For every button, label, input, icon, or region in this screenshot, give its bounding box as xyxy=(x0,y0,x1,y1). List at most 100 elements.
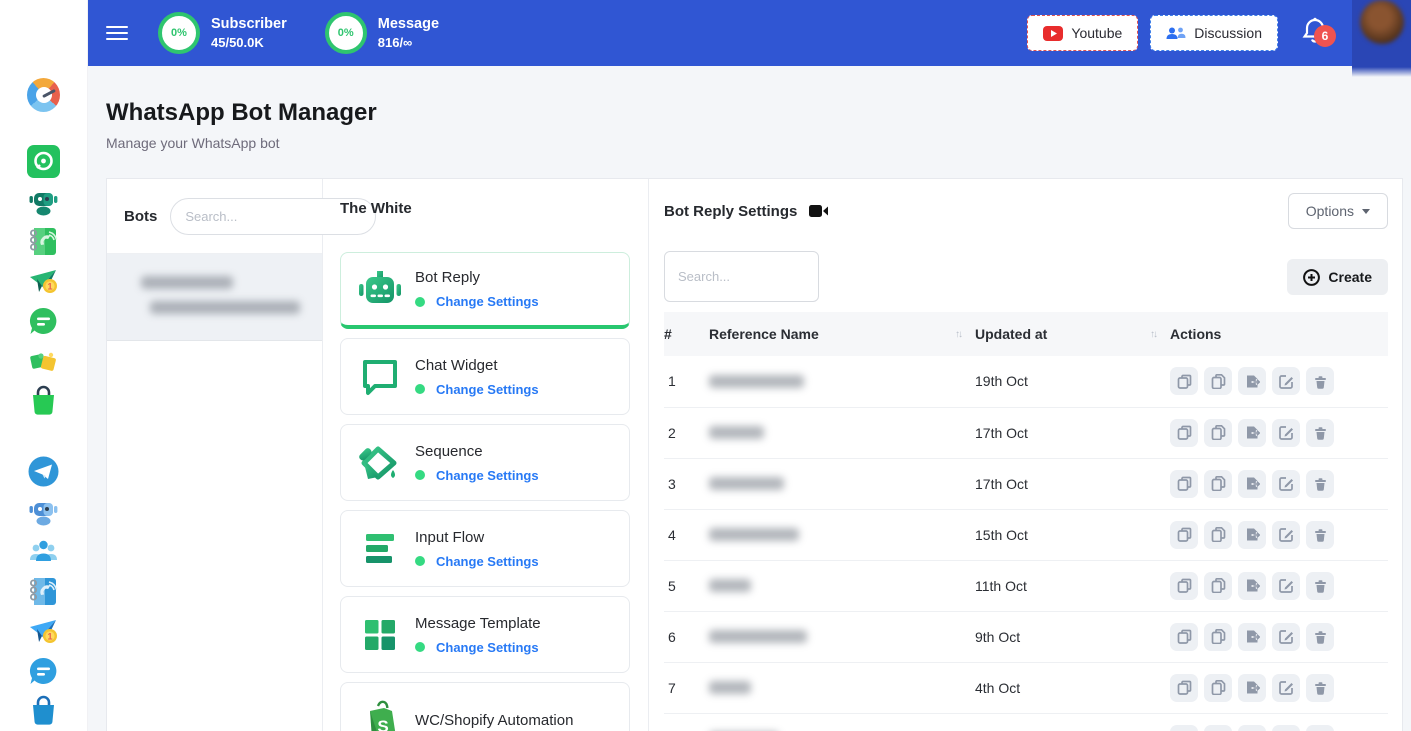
copy-button[interactable] xyxy=(1204,674,1232,702)
table-row: 7 4th Oct xyxy=(664,662,1388,713)
clone-button[interactable] xyxy=(1170,725,1198,731)
edit-button[interactable] xyxy=(1272,725,1300,731)
bot-list-item-selected[interactable] xyxy=(107,254,322,341)
whatsapp-bot-manager-app: 1 1 xyxy=(0,0,1411,731)
notifications-bell-icon[interactable]: 6 xyxy=(1302,17,1328,50)
table-row xyxy=(664,713,1388,731)
setting-card-sequence[interactable]: Sequence Change Settings xyxy=(340,424,630,501)
setting-label: Chat Widget xyxy=(415,357,539,374)
shop-green-icon[interactable] xyxy=(27,385,60,418)
delete-button[interactable] xyxy=(1306,725,1334,731)
clone-button[interactable] xyxy=(1170,419,1198,447)
bot-green-icon[interactable] xyxy=(27,185,60,218)
broadcast-green-icon[interactable]: 1 xyxy=(27,265,60,298)
table-search-input[interactable] xyxy=(664,251,819,302)
copy-button[interactable] xyxy=(1204,470,1232,498)
delete-button[interactable] xyxy=(1306,623,1334,651)
column-header-updated-at[interactable]: Updated at↑↓ xyxy=(975,312,1170,356)
youtube-button[interactable]: Youtube xyxy=(1027,15,1138,51)
whatsapp-icon[interactable] xyxy=(27,145,60,178)
contacts-blue-icon[interactable] xyxy=(27,575,60,608)
clone-button[interactable] xyxy=(1170,521,1198,549)
export-button[interactable] xyxy=(1238,623,1266,651)
setting-card-wc-shopify[interactable]: S WC/Shopify Automation xyxy=(340,682,630,731)
video-tutorial-icon[interactable] xyxy=(809,204,828,218)
setting-label: Input Flow xyxy=(415,529,539,546)
chat-green-icon[interactable] xyxy=(27,305,60,338)
setting-card-bot-reply[interactable]: Bot Reply Change Settings xyxy=(340,252,630,329)
reference-name-redacted xyxy=(709,426,764,439)
clone-button[interactable] xyxy=(1170,367,1198,395)
chat-blue-icon[interactable] xyxy=(27,655,60,688)
export-button[interactable] xyxy=(1238,572,1266,600)
row-number: 6 xyxy=(664,611,709,662)
setting-card-chat-widget[interactable]: Chat Widget Change Settings xyxy=(340,338,630,415)
change-settings-link[interactable]: Change Settings xyxy=(436,382,539,397)
group-blue-icon[interactable] xyxy=(27,535,60,568)
updated-at: 17th Oct xyxy=(975,458,1170,509)
subscriber-label: Subscriber xyxy=(211,16,287,32)
change-settings-link[interactable]: Change Settings xyxy=(436,468,539,483)
delete-button[interactable] xyxy=(1306,674,1334,702)
user-menu[interactable] xyxy=(1352,0,1411,77)
column-header-reference-name[interactable]: Reference Name↑↓ xyxy=(709,312,975,356)
setting-card-input-flow[interactable]: Input Flow Change Settings xyxy=(340,510,630,587)
discussion-button[interactable]: Discussion xyxy=(1150,15,1278,51)
telegram-icon[interactable] xyxy=(27,455,60,488)
setting-card-message-template[interactable]: Message Template Change Settings xyxy=(340,596,630,673)
delete-button[interactable] xyxy=(1306,572,1334,600)
broadcast-blue-icon[interactable]: 1 xyxy=(27,615,60,648)
clone-button[interactable] xyxy=(1170,674,1198,702)
export-button[interactable] xyxy=(1238,470,1266,498)
copy-button[interactable] xyxy=(1204,521,1232,549)
edit-button[interactable] xyxy=(1272,470,1300,498)
input-flow-icon xyxy=(356,525,404,573)
edit-button[interactable] xyxy=(1272,674,1300,702)
dashboard-gauge-icon[interactable] xyxy=(27,78,60,111)
bot-blue-icon[interactable] xyxy=(27,495,60,528)
copy-button[interactable] xyxy=(1204,725,1232,731)
edit-button[interactable] xyxy=(1272,419,1300,447)
message-progress-ring: 0% xyxy=(325,12,367,54)
change-settings-link[interactable]: Change Settings xyxy=(436,640,539,655)
row-number: 3 xyxy=(664,458,709,509)
options-button[interactable]: Options xyxy=(1288,193,1388,229)
change-settings-link[interactable]: Change Settings xyxy=(436,554,539,569)
change-settings-link[interactable]: Change Settings xyxy=(436,294,539,309)
reference-name-redacted xyxy=(709,630,807,643)
export-button[interactable] xyxy=(1238,419,1266,447)
shop-blue-icon[interactable] xyxy=(27,695,60,728)
copy-button[interactable] xyxy=(1204,367,1232,395)
edit-button[interactable] xyxy=(1272,367,1300,395)
sort-icon[interactable]: ↑↓ xyxy=(955,329,961,340)
delete-button[interactable] xyxy=(1306,419,1334,447)
sort-icon[interactable]: ↑↓ xyxy=(1150,329,1156,340)
clone-button[interactable] xyxy=(1170,572,1198,600)
svg-text:1: 1 xyxy=(47,631,52,641)
menu-toggle-icon[interactable] xyxy=(106,26,128,41)
setting-label: Sequence xyxy=(415,443,539,460)
message-stat: 0% Message 816/∞ xyxy=(325,12,439,54)
svg-text:1: 1 xyxy=(47,281,52,291)
contacts-green-icon[interactable] xyxy=(27,225,60,258)
create-button[interactable]: Create xyxy=(1287,259,1388,295)
export-button[interactable] xyxy=(1238,674,1266,702)
edit-button[interactable] xyxy=(1272,521,1300,549)
export-button[interactable] xyxy=(1238,367,1266,395)
row-number: 1 xyxy=(664,356,709,407)
delete-button[interactable] xyxy=(1306,521,1334,549)
edit-button[interactable] xyxy=(1272,623,1300,651)
export-button[interactable] xyxy=(1238,521,1266,549)
copy-button[interactable] xyxy=(1204,419,1232,447)
export-button[interactable] xyxy=(1238,725,1266,731)
clone-button[interactable] xyxy=(1170,623,1198,651)
edit-button[interactable] xyxy=(1272,572,1300,600)
copy-button[interactable] xyxy=(1204,623,1232,651)
delete-button[interactable] xyxy=(1306,470,1334,498)
message-value: 816/∞ xyxy=(378,35,439,50)
copy-button[interactable] xyxy=(1204,572,1232,600)
integrations-icon[interactable] xyxy=(27,345,60,378)
clone-button[interactable] xyxy=(1170,470,1198,498)
row-number xyxy=(664,713,709,731)
delete-button[interactable] xyxy=(1306,367,1334,395)
